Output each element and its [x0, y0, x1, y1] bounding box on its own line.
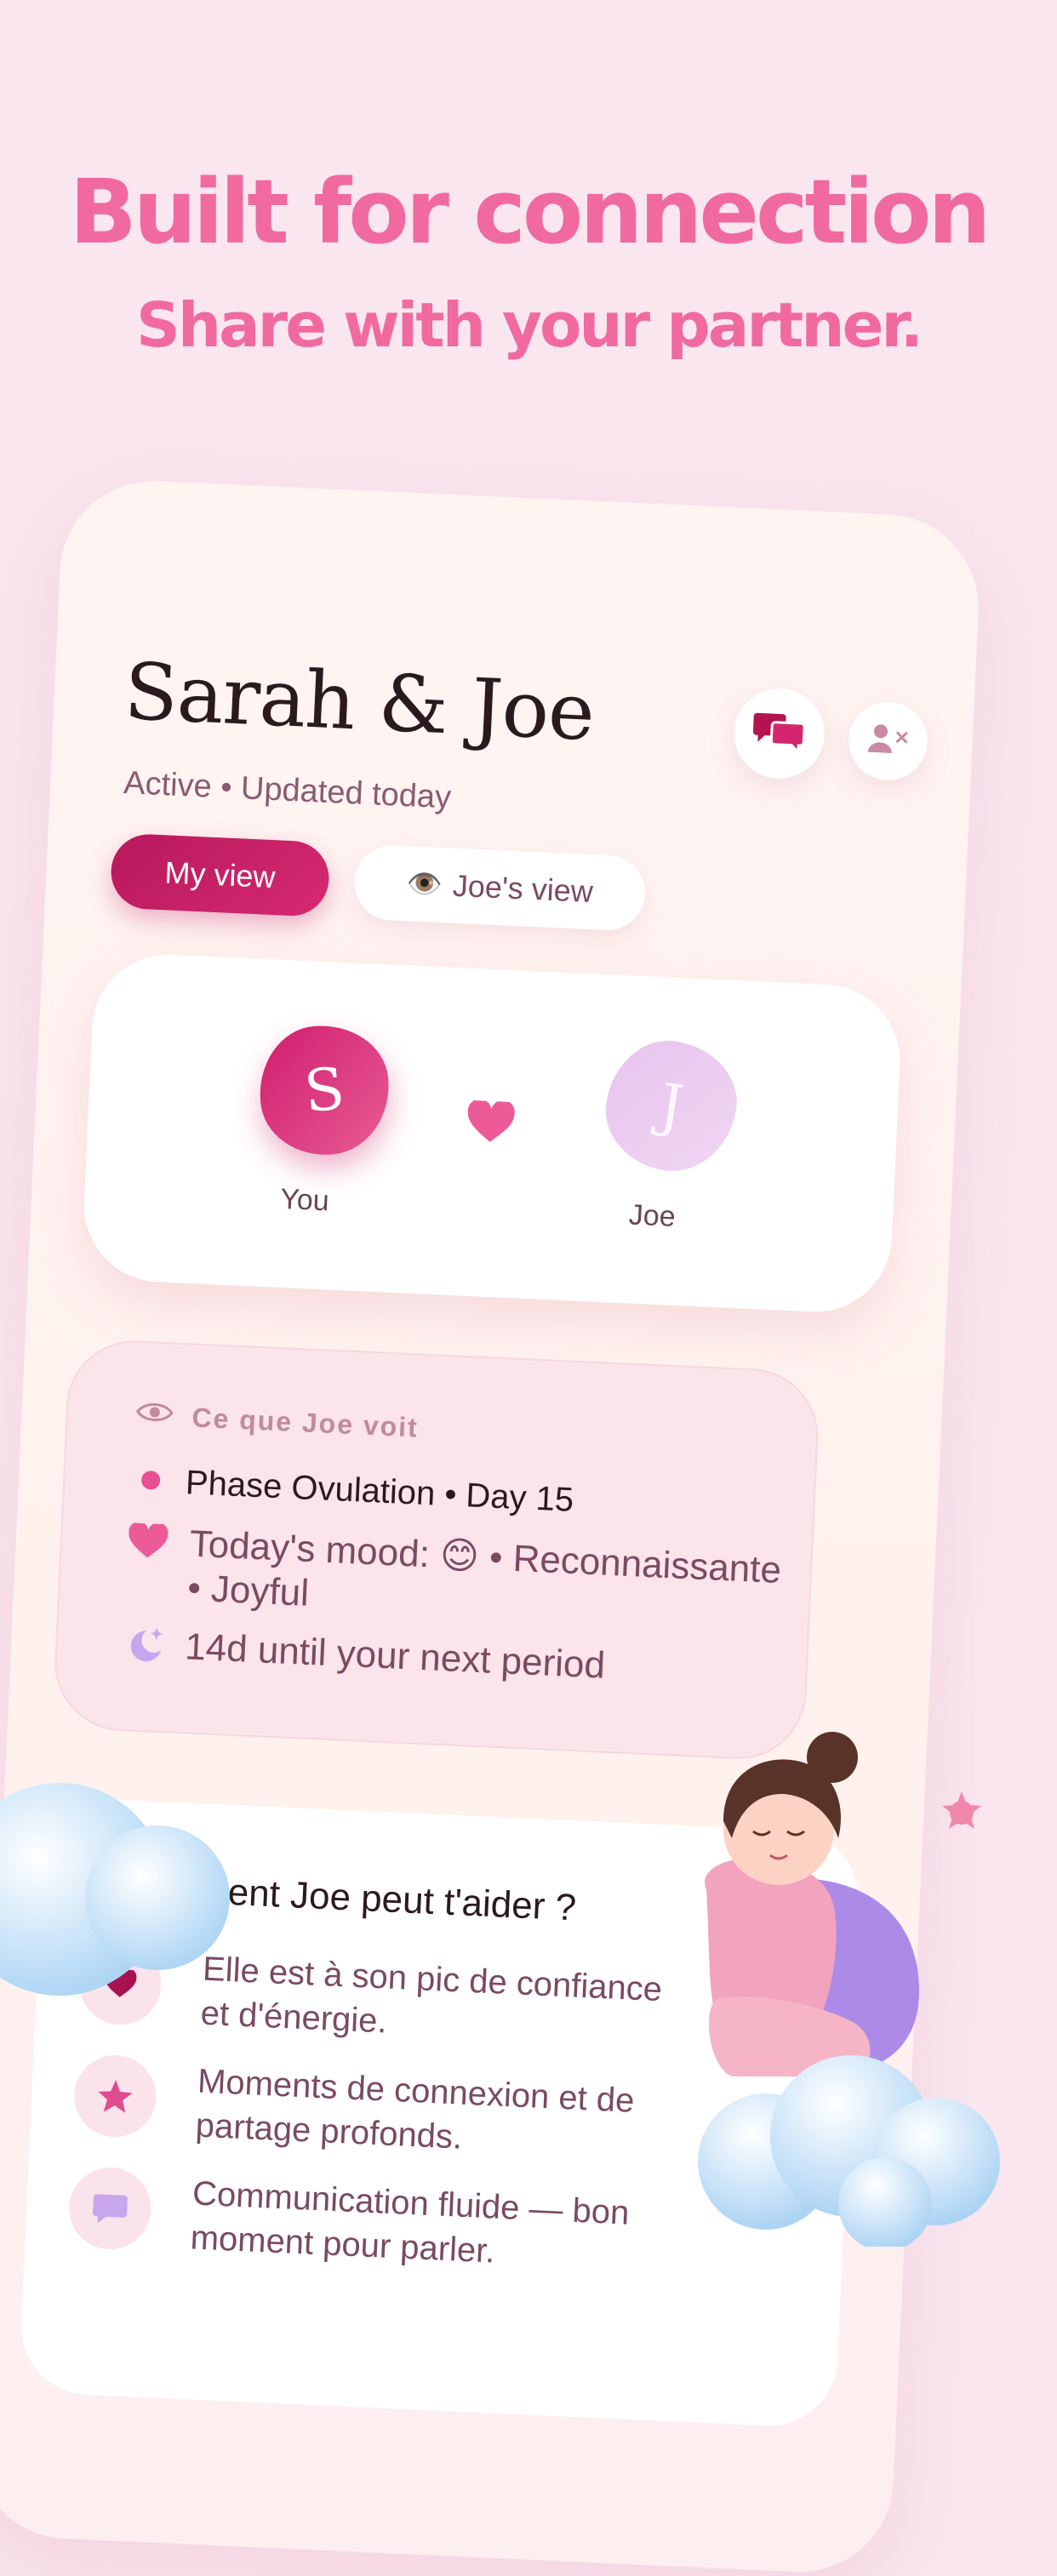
cloud-illustration-icon [0, 1783, 230, 1996]
avatar-you: S [254, 1020, 395, 1161]
chat-button[interactable] [732, 686, 827, 781]
help-item-text: Communication fluide — bon moment pour p… [189, 2174, 631, 2270]
tab-partner-view-label: Joe's view [452, 867, 594, 910]
avatar-partner-initial: J [654, 1071, 688, 1141]
phone-screen: Sarah & Joe Active • Updated today My vi… [0, 477, 983, 2576]
tab-partner-view[interactable]: 👁️ Joe's view [352, 843, 648, 932]
partner-view-card: Ce que Joe voit Phase Ovulation • Day 15… [51, 1337, 821, 1762]
phase-dot-icon [140, 1470, 161, 1490]
couple-card: S You J Joe [80, 951, 904, 1316]
eye-icon [135, 1398, 174, 1432]
help-item-text: Moments de connexion et de partage profo… [194, 2062, 636, 2156]
moon-icon [123, 1623, 167, 1670]
star-icon [72, 2053, 158, 2139]
help-item: Communication fluide — bon moment pour p… [67, 2165, 670, 2282]
avatar-you-label: You [279, 1182, 330, 1218]
phase-text: Phase Ovulation • Day 15 [185, 1464, 575, 1519]
remove-partner-button[interactable] [847, 700, 929, 782]
chat-bubbles-icon [752, 709, 807, 758]
couple-names: Sarah & Joe [122, 646, 597, 758]
help-item: Moments de connexion et de partage profo… [72, 2053, 675, 2169]
help-item-text: Elle est à son pic de confiance et d'éne… [199, 1950, 663, 2041]
heart-icon [128, 1522, 169, 1564]
hero-subtitle: Share with your partner. [135, 289, 923, 361]
mood-text: Today's mood: 😊 • Reconnaissante • Joyfu… [186, 1522, 783, 1614]
period-row: 14d until your next period [123, 1623, 606, 1690]
mood-row: Today's mood: 😊 • Reconnaissante • Joyfu… [125, 1519, 786, 1637]
avatar-you-initial: S [301, 1054, 348, 1126]
heart-icon [466, 1099, 515, 1149]
hero-title: Built for connection [69, 160, 991, 264]
avatar-partner: J [597, 1032, 746, 1180]
period-text: 14d until your next period [184, 1625, 607, 1687]
remove-partner-icon [866, 721, 910, 761]
tab-my-view[interactable]: My view [109, 832, 331, 918]
eye-emoji-icon: 👁️ [405, 867, 443, 902]
partner-view-heading: Ce que Joe voit [191, 1401, 420, 1443]
phase-row: Phase Ovulation • Day 15 [130, 1461, 574, 1520]
partner-view-header: Ce que Joe voit [135, 1398, 420, 1443]
avatar-partner-label: Joe [628, 1198, 677, 1233]
couple-status: Active • Updated today [123, 765, 452, 816]
speech-bubble-icon [67, 2165, 153, 2252]
woman-hugging-pillow-illustration-icon [698, 1732, 1000, 2247]
